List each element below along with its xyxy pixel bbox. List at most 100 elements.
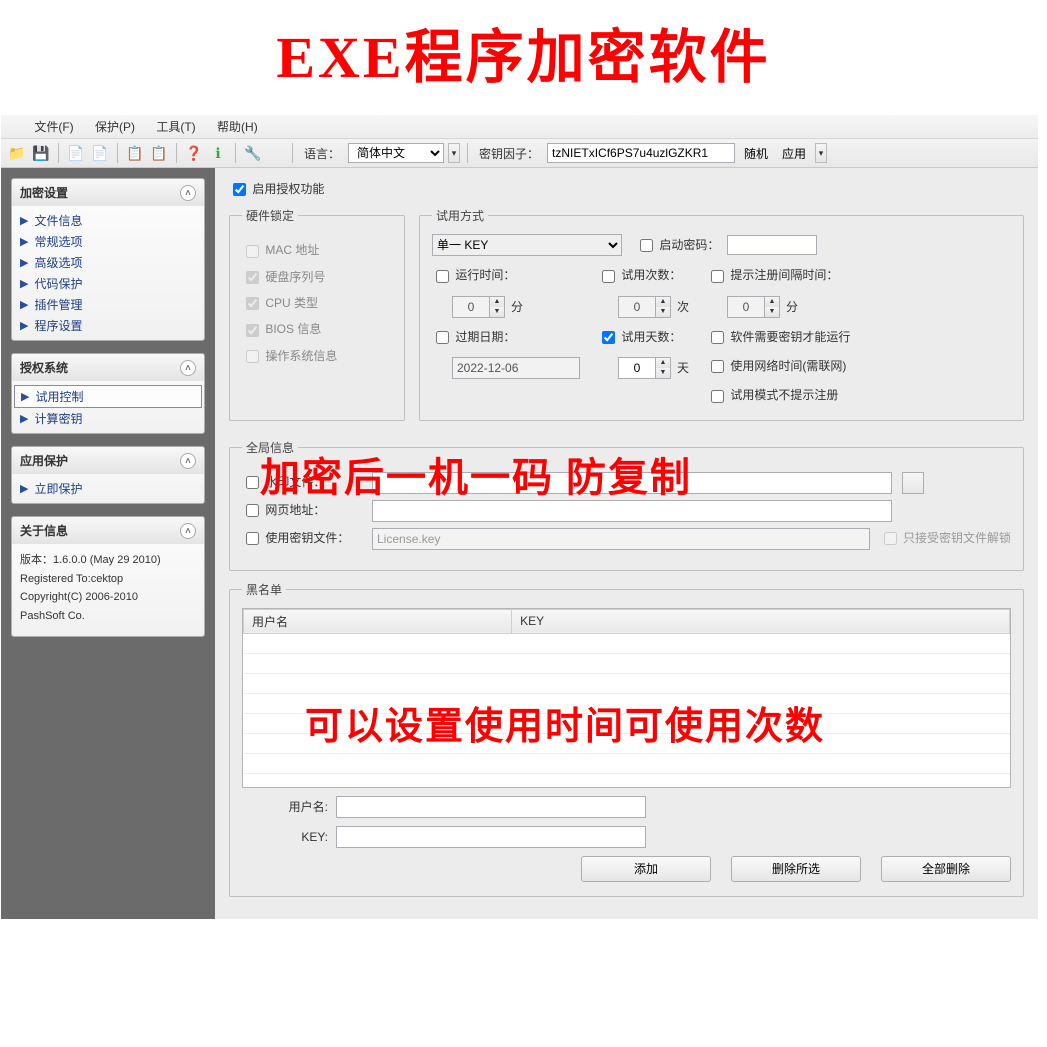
sidebar-item-advanced[interactable]: ▶高级选项 xyxy=(14,252,202,273)
action1-icon[interactable]: 📄 xyxy=(66,143,86,163)
hdd-checkbox[interactable]: 硬盘序列号 xyxy=(242,268,392,287)
menu-bar: 文件(F) 保护(P) 工具(T) 帮助(H) xyxy=(1,115,1038,139)
open-icon[interactable]: 📁 xyxy=(7,143,27,163)
random-button[interactable]: 随机 xyxy=(739,143,773,163)
panel-title: 加密设置 xyxy=(20,184,68,201)
arrow-icon: ▶ xyxy=(20,235,28,248)
sidebar-item-trialcontrol[interactable]: ▶试用控制 xyxy=(14,385,202,408)
apply-button[interactable]: 应用 xyxy=(777,143,811,163)
sidebar-item-calckey[interactable]: ▶计算密钥 xyxy=(14,408,202,429)
toolbar-dropdown-icon[interactable]: ▾ xyxy=(815,143,827,163)
expire-date-input[interactable] xyxy=(452,357,580,379)
trialdays-checkbox[interactable]: 试用天数： xyxy=(598,328,681,347)
menu-protect[interactable]: 保护(P) xyxy=(95,120,135,134)
arrow-icon: ▶ xyxy=(20,256,28,269)
toolbar: 📁 💾 📄 📄 📋 📋 ❓ ℹ 🔧 语言： 简体中文 ▾ 密钥因子： 随机 应用… xyxy=(1,139,1038,168)
trial-group: 试用方式 单一 KEY 启动密码： 运行时间： xyxy=(419,207,1024,420)
trialdays-spinner[interactable]: ▲▼ xyxy=(618,357,671,379)
sidebar: 加密设置 ˄ ▶文件信息 ▶常规选项 ▶高级选项 ▶代码保护 ▶插件管理 ▶程序… xyxy=(1,168,215,919)
table-row[interactable] xyxy=(244,693,1010,713)
collapse-icon[interactable]: ˄ xyxy=(180,523,196,539)
global-legend: 全局信息 xyxy=(242,439,298,456)
form-user-input[interactable] xyxy=(336,796,646,818)
sidebar-panel-about: 关于信息 ˄ 版本：1.6.0.0 (May 29 2010) Register… xyxy=(11,516,205,637)
sidebar-item-protectnow[interactable]: ▶立即保护 xyxy=(14,478,202,499)
watermark-browse-button[interactable] xyxy=(902,472,924,494)
trialcount-checkbox[interactable]: 试用次数： xyxy=(598,266,681,285)
add-button[interactable]: 添加 xyxy=(581,856,711,882)
usekeyfile-checkbox[interactable]: 使用密钥文件： xyxy=(242,529,362,548)
hwlock-legend: 硬件锁定 xyxy=(242,207,298,224)
form-user-label: 用户名: xyxy=(242,798,328,815)
action2-icon[interactable]: 📄 xyxy=(90,143,110,163)
form-key-input[interactable] xyxy=(336,826,646,848)
enable-auth-checkbox[interactable]: 启用授权功能 xyxy=(229,182,324,196)
menu-file[interactable]: 文件(F) xyxy=(34,120,73,134)
sidebar-item-plugin[interactable]: ▶插件管理 xyxy=(14,294,202,315)
blacklist-table[interactable]: 用户名 KEY xyxy=(242,608,1011,788)
keyfactor-input[interactable] xyxy=(547,143,735,163)
bios-checkbox[interactable]: BIOS 信息 xyxy=(242,320,392,339)
arrow-icon: ▶ xyxy=(20,214,28,227)
sidebar-item-general[interactable]: ▶常规选项 xyxy=(14,231,202,252)
table-row[interactable] xyxy=(244,633,1010,653)
delete-all-button[interactable]: 全部删除 xyxy=(881,856,1011,882)
help-icon[interactable]: ❓ xyxy=(184,143,204,163)
collapse-icon[interactable]: ˄ xyxy=(180,185,196,201)
startup-pwd-checkbox[interactable]: 启动密码： xyxy=(636,236,719,255)
unit-days: 天 xyxy=(677,359,689,376)
hardware-lock-group: 硬件锁定 MAC 地址 硬盘序列号 CPU 类型 BIOS 信息 操作系统信息 xyxy=(229,207,405,420)
table-row[interactable] xyxy=(244,673,1010,693)
col-key[interactable]: KEY xyxy=(512,609,1010,633)
nettime-checkbox[interactable]: 使用网络时间(需联网) xyxy=(707,357,850,376)
os-checkbox[interactable]: 操作系统信息 xyxy=(242,347,392,366)
table-row[interactable] xyxy=(244,753,1010,773)
expire-checkbox[interactable]: 过期日期： xyxy=(432,328,515,347)
promo-headline: EXE程序加密软件 xyxy=(0,0,1047,114)
language-select[interactable]: 简体中文 xyxy=(348,143,444,163)
reg-interval-spinner[interactable]: ▲▼ xyxy=(727,296,780,318)
table-row[interactable] xyxy=(244,653,1010,673)
noregprompt-checkbox[interactable]: 试用模式不提示注册 xyxy=(707,386,850,405)
table-row[interactable] xyxy=(244,733,1010,753)
lang-dropdown-icon[interactable]: ▾ xyxy=(448,143,460,163)
panel-title: 关于信息 xyxy=(20,522,68,539)
cpu-checkbox[interactable]: CPU 类型 xyxy=(242,294,392,313)
unit-min: 分 xyxy=(511,298,523,315)
sidebar-item-fileinfo[interactable]: ▶文件信息 xyxy=(14,210,202,231)
panel-title: 授权系统 xyxy=(20,359,68,376)
webaddr-checkbox[interactable]: 网页地址： xyxy=(242,501,362,520)
trial-mode-select[interactable]: 单一 KEY xyxy=(432,234,622,256)
watermark-input[interactable] xyxy=(372,472,892,494)
mac-checkbox[interactable]: MAC 地址 xyxy=(242,241,392,260)
arrow-icon: ▶ xyxy=(20,277,28,290)
only-keyfile-checkbox[interactable]: 只接受密钥文件解锁 xyxy=(880,529,1011,548)
collapse-icon[interactable]: ˄ xyxy=(180,360,196,376)
webaddr-input[interactable] xyxy=(372,500,892,522)
menu-help[interactable]: 帮助(H) xyxy=(217,120,258,134)
reg-interval-checkbox[interactable]: 提示注册间隔时间： xyxy=(707,266,838,285)
trialcount-spinner[interactable]: ▲▼ xyxy=(618,296,671,318)
language-label: 语言： xyxy=(304,145,340,162)
collapse-icon[interactable]: ˄ xyxy=(180,453,196,469)
needkey-checkbox[interactable]: 软件需要密钥才能运行 xyxy=(707,328,850,347)
delete-selected-button[interactable]: 删除所选 xyxy=(731,856,861,882)
extra-icon[interactable]: 🔧 xyxy=(243,143,263,163)
panel-title: 应用保护 xyxy=(20,452,68,469)
action3-icon[interactable]: 📋 xyxy=(125,143,145,163)
runtime-checkbox[interactable]: 运行时间： xyxy=(432,266,515,285)
unit-min2: 分 xyxy=(786,298,798,315)
runtime-spinner[interactable]: ▲▼ xyxy=(452,296,505,318)
sidebar-item-codeprotect[interactable]: ▶代码保护 xyxy=(14,273,202,294)
watermark-checkbox[interactable]: 水印文件： xyxy=(242,473,362,492)
sidebar-panel-auth: 授权系统 ˄ ▶试用控制 ▶计算密钥 xyxy=(11,353,205,434)
menu-tools[interactable]: 工具(T) xyxy=(156,120,195,134)
col-username[interactable]: 用户名 xyxy=(244,609,512,633)
startup-pwd-input[interactable] xyxy=(727,235,817,255)
about-icon[interactable]: ℹ xyxy=(208,143,228,163)
save-icon[interactable]: 💾 xyxy=(31,143,51,163)
keyfile-input[interactable] xyxy=(372,528,870,550)
action4-icon[interactable]: 📋 xyxy=(149,143,169,163)
table-row[interactable] xyxy=(244,713,1010,733)
sidebar-item-programsettings[interactable]: ▶程序设置 xyxy=(14,315,202,336)
